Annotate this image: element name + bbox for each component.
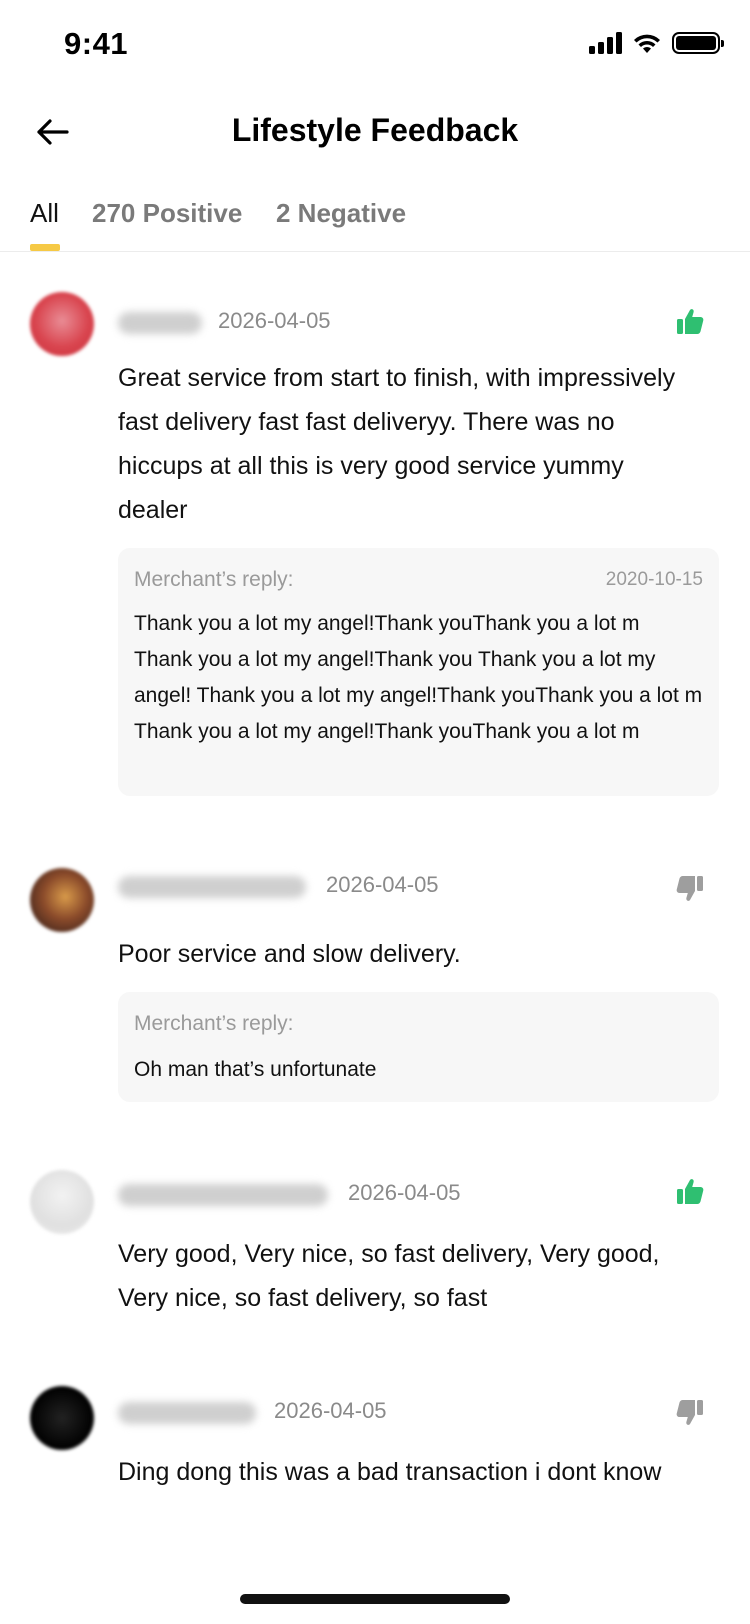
reply-label: Merchant’s reply: [134,1012,294,1035]
tab-positive[interactable]: 270 Positive [92,198,242,229]
reply-label: Merchant’s reply: [134,568,294,591]
page-title: Lifestyle Feedback [231,112,519,148]
reply-text: Oh man that’s unfortunate [134,1058,377,1081]
cellular-signal-icon [589,32,622,54]
avatar [30,1386,94,1450]
status-time: 9:41 [64,26,129,61]
bottom-safe-area [0,1500,750,1624]
tab-all[interactable]: All [30,198,59,229]
reply-date: 2020-10-15 [605,569,703,590]
status-bar: 9:41 [0,0,750,90]
review-date: 2026-04-05 [348,1180,461,1205]
reviewer-name [118,876,306,898]
thumbs-down-icon [676,1400,703,1425]
feedback-tabs: All 270 Positive 2 Negative [0,180,750,252]
review-text: Great service from start to finish, with… [118,364,676,524]
thumbs-up-icon [677,309,704,334]
reply-text: Thank you a lot my angel!Thank youThank … [134,612,703,743]
review-text: Very good, Very nice, so fast delivery, … [118,1240,660,1312]
avatar [30,292,94,356]
reviewer-name [118,1402,256,1424]
merchant-reply: Merchant’s reply: 2020-10-15 Thank you a… [118,548,719,796]
merchant-reply: Merchant’s reply: Oh man that’s unfortun… [118,992,719,1102]
wifi-icon [634,34,660,53]
battery-icon [672,32,724,54]
thumbs-up-icon [677,1179,704,1204]
home-indicator[interactable] [240,1594,510,1604]
avatar [30,1170,94,1234]
status-icons [589,32,724,54]
review-date: 2026-04-05 [326,872,439,897]
review-text: Poor service and slow delivery. [118,940,461,968]
reviewer-name [118,1184,328,1206]
reviewer-name [118,312,202,334]
review-date: 2026-04-05 [218,308,331,333]
avatar [30,868,94,932]
header: Lifestyle Feedback [0,90,750,180]
active-tab-indicator [30,244,60,251]
review-date: 2026-04-05 [274,1398,387,1423]
tab-negative[interactable]: 2 Negative [276,198,406,229]
thumbs-down-icon [676,876,703,901]
